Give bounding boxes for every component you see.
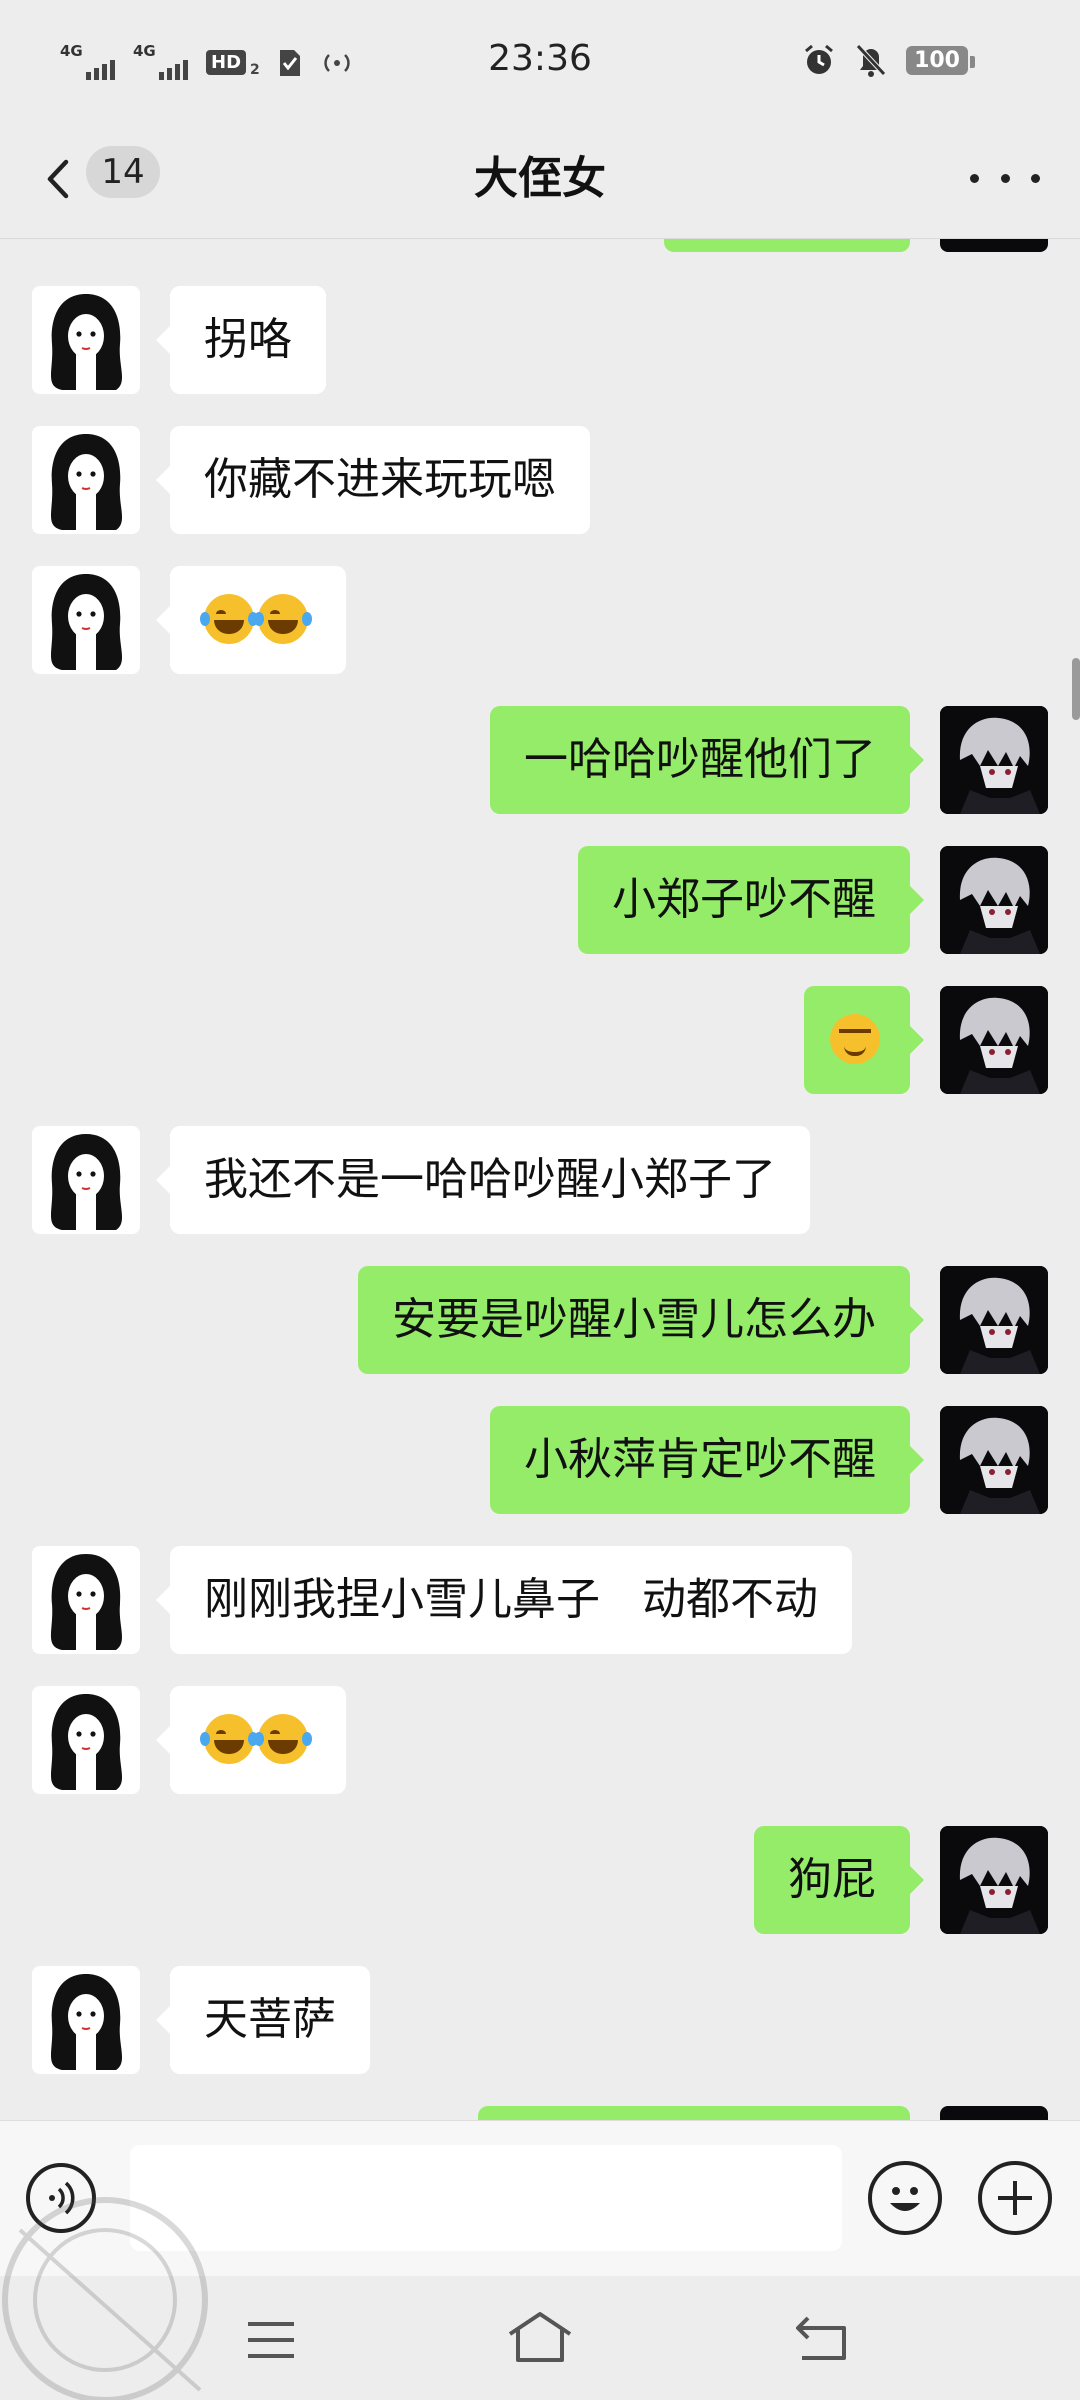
message-bubble-sent[interactable]: 小秋萍肯定吵不醒	[490, 1406, 924, 1514]
avatar-contact[interactable]	[32, 1966, 140, 2074]
avatar-contact[interactable]	[32, 566, 140, 674]
tears-of-joy-emoji-icon	[200, 594, 258, 644]
home-icon[interactable]	[504, 2308, 576, 2366]
message-bubble-sent-emoji[interactable]	[804, 986, 924, 1094]
tears-of-joy-emoji-icon	[254, 594, 312, 644]
message-bubble-received[interactable]: 拐咯	[156, 286, 326, 394]
avatar-contact[interactable]	[32, 1126, 140, 1234]
message-bubble-sent[interactable]: 一哈哈吵醒他们了	[490, 706, 924, 814]
back-nav-icon[interactable]	[792, 2314, 850, 2364]
message-bubble-received-emoji[interactable]	[156, 1686, 346, 1794]
scrollbar-thumb[interactable]	[1072, 658, 1080, 720]
partial-message-bubble[interactable]	[664, 238, 910, 252]
avatar-self[interactable]	[940, 706, 1048, 814]
partial-message-bubble[interactable]	[478, 2106, 910, 2120]
system-nav-bar	[0, 2276, 1080, 2400]
chat-title: 大侄女	[474, 153, 606, 204]
mute-icon	[856, 44, 886, 77]
voice-icon[interactable]	[26, 2163, 96, 2233]
message-bubble-received[interactable]: 我还不是一哈哈吵醒小郑子了	[156, 1126, 810, 1234]
avatar-contact[interactable]	[32, 286, 140, 394]
avatar-self[interactable]	[940, 2106, 1048, 2120]
avatar-contact[interactable]	[32, 1546, 140, 1654]
plus-icon[interactable]	[978, 2161, 1052, 2235]
more-options-icon[interactable]	[970, 156, 1040, 200]
message-bubble-received-emoji[interactable]	[156, 566, 346, 674]
message-bubble-received[interactable]: 刚刚我捏小雪儿鼻子 动都不动	[156, 1546, 852, 1654]
status-icons-right: 100	[802, 42, 975, 78]
message-bubble-received[interactable]: 天菩萨	[156, 1966, 370, 2074]
avatar-contact[interactable]	[32, 426, 140, 534]
tears-of-joy-emoji-icon	[254, 1714, 312, 1764]
input-bar	[0, 2120, 1080, 2277]
avatar-self[interactable]	[940, 238, 1048, 252]
avatar-self[interactable]	[940, 1826, 1048, 1934]
alarm-icon	[805, 44, 834, 74]
message-bubble-sent[interactable]: 狗屁	[754, 1826, 924, 1934]
avatar-self[interactable]	[940, 986, 1048, 1094]
message-bubble-sent[interactable]: 小郑子吵不醒	[578, 846, 924, 954]
menu-icon[interactable]	[244, 2318, 298, 2362]
message-bubble-received[interactable]: 你藏不进来玩玩嗯	[156, 426, 590, 534]
message-bubble-sent[interactable]: 安要是吵醒小雪儿怎么办	[358, 1266, 924, 1374]
message-list[interactable]: 拐咯 你藏不进来玩玩嗯 一哈哈吵醒他们了 小郑子吵不醒 我还不是一哈哈吵醒小郑子…	[0, 238, 1080, 2120]
tears-of-joy-emoji-icon	[200, 1714, 258, 1764]
status-bar: 4G 4G HD 2 23:36 100	[0, 0, 1080, 120]
emoji-icon[interactable]	[868, 2161, 942, 2235]
battery-icon: 100	[906, 45, 975, 75]
avatar-contact[interactable]	[32, 1686, 140, 1794]
avatar-self[interactable]	[940, 1266, 1048, 1374]
smirk-emoji-icon	[830, 1014, 880, 1064]
avatar-self[interactable]	[940, 846, 1048, 954]
avatar-self[interactable]	[940, 1406, 1048, 1514]
chat-header: 14 大侄女	[0, 120, 1080, 239]
message-input[interactable]	[130, 2145, 842, 2251]
